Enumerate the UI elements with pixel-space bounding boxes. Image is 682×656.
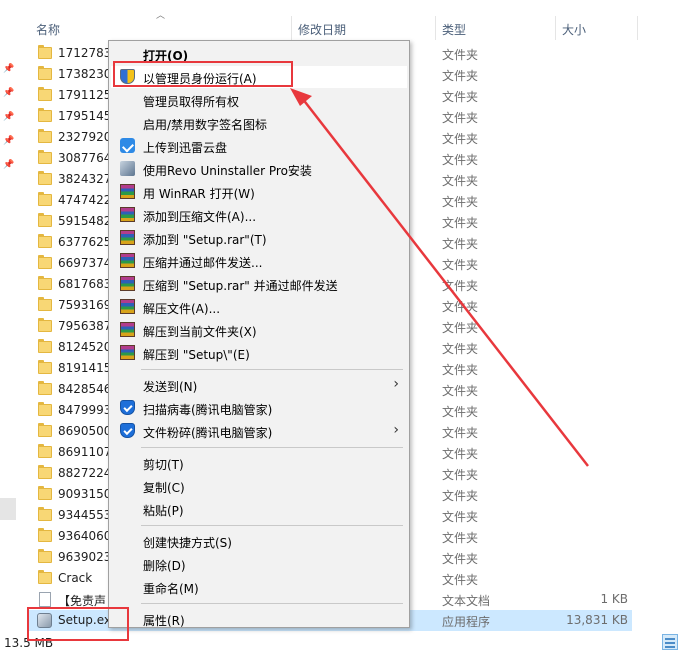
pointer-arrow [290, 88, 589, 467]
